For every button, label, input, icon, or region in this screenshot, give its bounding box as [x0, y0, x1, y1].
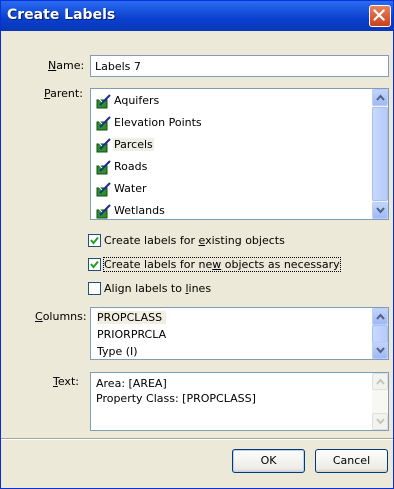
text-line: Area: [AREA]	[96, 377, 167, 390]
column-item[interactable]: PRIORPRCLA	[97, 328, 166, 341]
close-button[interactable]	[369, 5, 391, 27]
chevron-up-icon	[376, 94, 385, 101]
feature-class-icon	[96, 94, 111, 109]
scroll-up-button[interactable]	[372, 308, 388, 325]
columns-list[interactable]: PROPCLASS PRIORPRCLA Type (I)	[90, 307, 389, 360]
column-item[interactable]: Type (I)	[97, 345, 138, 358]
new-objects-label[interactable]: Create labels for new objects as necessa…	[103, 257, 341, 272]
title-bar[interactable]: Create Labels	[1, 1, 393, 31]
chevron-down-icon	[376, 207, 385, 214]
scroll-up-button[interactable]	[372, 89, 388, 106]
scroll-thumb[interactable]	[372, 325, 388, 343]
label-text-area[interactable]: Area: [AREA] Property Class: [PROPCLASS]	[90, 372, 389, 431]
ok-button[interactable]: OK	[232, 449, 305, 473]
feature-class-icon	[96, 160, 111, 175]
align-lines-label[interactable]: Align labels to lines	[104, 282, 211, 295]
columns-list-scrollbar[interactable]	[372, 308, 388, 359]
parent-label: Parent:	[44, 87, 83, 100]
column-item[interactable]: PROPCLASS	[97, 311, 167, 324]
scroll-up-button[interactable]	[372, 373, 388, 390]
feature-class-icon	[96, 116, 111, 131]
text-line: Property Class: [PROPCLASS]	[96, 392, 256, 405]
chevron-up-icon	[376, 378, 385, 385]
name-input[interactable]	[90, 55, 389, 77]
text-area-scrollbar[interactable]	[372, 373, 388, 430]
scroll-down-button[interactable]	[372, 413, 388, 430]
parent-list-scrollbar[interactable]	[372, 89, 388, 219]
create-labels-dialog: Create Labels Name: Parent: Aquifers Ele…	[0, 0, 394, 489]
text-label: Text:	[53, 375, 79, 388]
feature-class-icon	[96, 204, 111, 219]
existing-objects-checkbox[interactable]	[88, 234, 101, 247]
checkmark-icon	[90, 236, 99, 245]
close-icon	[373, 9, 385, 21]
align-lines-checkbox[interactable]	[88, 282, 101, 295]
chevron-down-icon	[376, 347, 385, 354]
name-label: Name:	[48, 59, 85, 72]
chevron-down-icon	[376, 418, 385, 425]
chevron-up-icon	[376, 313, 385, 320]
existing-objects-label[interactable]: Create labels for existing objects	[104, 234, 285, 247]
checkmark-icon	[90, 260, 99, 269]
scroll-down-button[interactable]	[372, 342, 388, 359]
parent-list[interactable]: Aquifers Elevation Points Parcels Roads …	[90, 88, 389, 220]
columns-label: Columns:	[35, 310, 87, 323]
cancel-button[interactable]: Cancel	[315, 449, 388, 473]
new-objects-checkbox[interactable]	[88, 258, 101, 271]
scroll-down-button[interactable]	[372, 202, 388, 219]
scroll-thumb[interactable]	[372, 107, 388, 201]
divider	[1, 438, 393, 440]
window-title: Create Labels	[7, 7, 116, 23]
feature-class-icon	[96, 182, 111, 197]
feature-class-icon	[96, 138, 111, 153]
